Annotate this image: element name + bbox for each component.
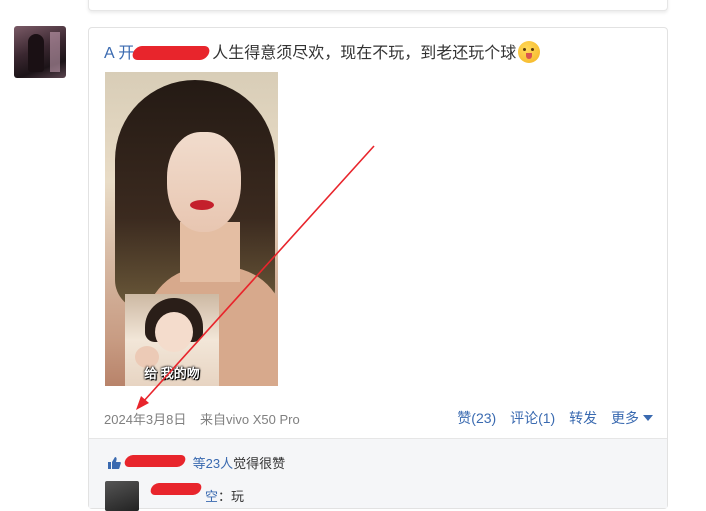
annotation-arrow	[136, 145, 375, 410]
